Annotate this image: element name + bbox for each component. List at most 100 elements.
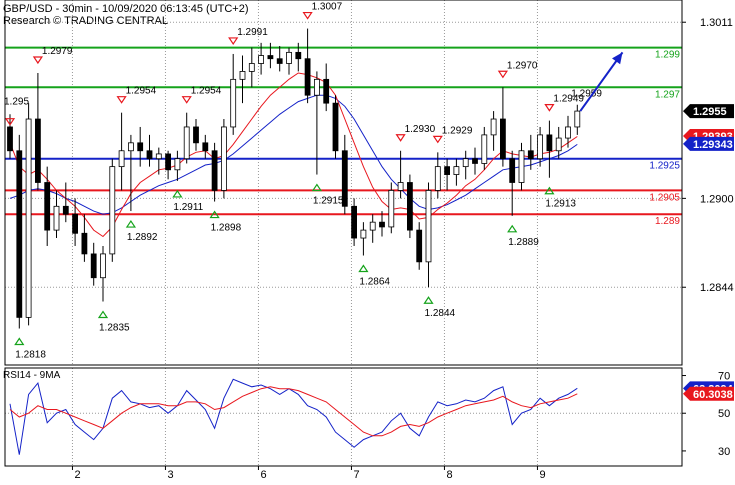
pivot-low-label: 1.2911	[173, 202, 203, 213]
candle-body	[565, 126, 571, 139]
candle-body	[183, 126, 190, 160]
candle-body	[295, 51, 302, 60]
candle-body	[239, 71, 246, 80]
pivot-low-label: 1.2898	[211, 223, 242, 234]
candle-body	[425, 190, 432, 263]
candle-body	[416, 229, 423, 263]
chart-canvas: GBP/USD - 30min - 10/09/2020 06:13:45 (U…	[0, 0, 735, 481]
candle-body	[276, 58, 283, 64]
x-tick-label: 9	[539, 469, 545, 480]
rsi-y-tick-label: 70	[718, 371, 730, 383]
y-tick-label: 1.3011	[700, 17, 733, 29]
level-label: 1.289	[655, 216, 680, 227]
last-price-label: 1.2955	[693, 106, 727, 118]
candle-body	[7, 126, 13, 152]
ma-blue-value-label: 1.29343	[693, 139, 733, 151]
candle-body	[462, 158, 469, 168]
pivot-low-label: 1.2892	[127, 232, 158, 243]
candle-body	[137, 142, 144, 152]
rsi-panel-title: RSI14 - 9MA	[3, 370, 61, 381]
pivot-high-label: 1.3007	[312, 2, 343, 13]
candle-body	[546, 134, 553, 152]
candle-body	[472, 158, 478, 164]
candle-body	[332, 102, 339, 152]
candle-body	[220, 126, 227, 191]
pivot-high-label: 1.2929	[442, 125, 473, 136]
pivot-low-label: 1.2835	[99, 323, 130, 334]
rsi-value-ma9-label: 60.3038	[693, 389, 733, 401]
candle-body	[499, 118, 506, 160]
candle-body	[202, 142, 209, 152]
level-label: 1.299	[655, 50, 680, 61]
candle-body	[146, 150, 153, 160]
candle-body	[44, 182, 51, 231]
candle-body	[118, 150, 125, 168]
pivot-high-label: 1.2930	[405, 124, 436, 135]
candle-body	[537, 134, 543, 160]
candle-body	[304, 58, 311, 96]
level-label: 1.2925	[649, 161, 680, 172]
x-tick-label: 3	[167, 469, 173, 480]
candle-body	[555, 137, 562, 152]
pivot-low-label: 1.2913	[545, 199, 576, 210]
level-label: 1.297	[655, 89, 680, 100]
y-tick-label: 1.2900	[700, 193, 734, 205]
candle-body	[72, 213, 78, 234]
candle-body	[62, 205, 69, 215]
pivot-high-label: 1.2991	[237, 27, 268, 38]
candle-body	[313, 78, 320, 96]
x-tick-label: 8	[446, 469, 452, 480]
candle-body	[323, 78, 330, 104]
candle-body	[481, 134, 488, 164]
candle-body	[193, 126, 199, 144]
candle-body	[16, 150, 23, 318]
candle-body	[527, 150, 534, 160]
candle-body	[397, 182, 404, 191]
candle-body	[100, 253, 106, 279]
pivot-low-label: 1.2844	[425, 308, 456, 319]
chart-title: GBP/USD - 30min - 10/09/2020 06:13:45 (U…	[3, 3, 248, 15]
edge-price-label: 1.2959	[571, 89, 602, 100]
pivot-low-label: 1.2864	[359, 277, 390, 288]
candle-body	[434, 166, 441, 191]
y-tick-label: 1.2844	[700, 282, 734, 294]
candle-body	[360, 229, 367, 239]
candle-body	[174, 158, 181, 171]
candle-body	[453, 166, 460, 175]
candle-body	[109, 166, 116, 255]
candle-body	[388, 190, 395, 228]
candle-body	[369, 221, 376, 231]
candle-body	[351, 205, 358, 239]
candle-body	[518, 150, 525, 183]
rsi-y-tick-label: 50	[718, 408, 730, 420]
candle-body	[444, 166, 451, 175]
rsi-y-tick-label: 30	[718, 446, 730, 458]
pivot-low-label: 1.2915	[313, 196, 344, 207]
pivot-high-label: 1.2954	[191, 86, 222, 97]
candle-body	[230, 78, 237, 128]
candle-body	[127, 142, 134, 152]
candle-body	[490, 118, 497, 136]
x-tick-label: 6	[260, 469, 266, 480]
candle-body	[155, 153, 162, 160]
level-label: 1.2905	[649, 192, 680, 203]
pivot-high-label: 1.2979	[42, 46, 73, 57]
x-tick-label: 2	[74, 469, 80, 480]
edge-price-label: 1.295	[4, 97, 29, 108]
candle-body	[165, 153, 172, 171]
pivot-low-label: 1.2818	[15, 350, 46, 361]
candle-body	[574, 110, 581, 128]
candle-body	[211, 150, 218, 191]
chart-root: GBP/USD - 30min - 10/09/2020 06:13:45 (U…	[0, 0, 735, 481]
candle-body	[35, 118, 41, 183]
candle-body	[90, 253, 97, 279]
candle-body	[81, 232, 88, 255]
candle-body	[286, 51, 292, 64]
candle-body	[25, 118, 32, 318]
candle-body	[258, 55, 265, 64]
candle-body	[248, 63, 255, 72]
candle-body	[406, 182, 413, 231]
candle-body	[509, 158, 516, 183]
x-tick-label: 7	[353, 469, 359, 480]
candle-body	[379, 221, 385, 228]
